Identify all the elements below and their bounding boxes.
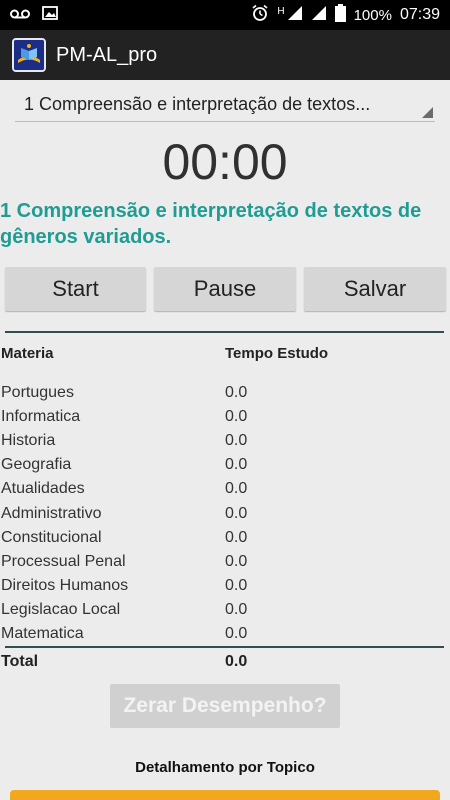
materia-cell: Legislacao Local [1,601,121,618]
tempo-cell: 0.0 [225,384,248,401]
header-tempo-estudo: Tempo Estudo [225,345,329,362]
table-row: Processual Penal 0.0 [0,553,450,577]
reset-performance-button[interactable]: Zerar Desempenho? [110,684,340,728]
clock-time: 07:39 [399,6,440,23]
total-value: 0.0 [225,653,248,670]
header-materia: Materia [1,345,54,362]
materia-cell: Processual Penal [1,553,126,570]
materia-cell: Historia [1,432,56,449]
table-row: Direitos Humanos 0.0 [0,577,450,601]
pause-button[interactable]: Pause [154,267,296,311]
voicemail-icon [10,7,30,25]
tempo-cell: 0.0 [225,432,248,449]
table-row: Legislacao Local 0.0 [0,601,450,625]
signal-icon [287,5,303,25]
book-app-icon [12,38,46,72]
table-row: Atualidades 0.0 [0,480,450,504]
tempo-cell: 0.0 [225,553,248,570]
tempo-cell: 0.0 [225,625,248,642]
table-row: Constitucional 0.0 [0,529,450,553]
divider [5,331,444,333]
network-type-label: H [277,5,285,17]
alarm-icon [251,4,269,26]
materia-cell: Matematica [1,625,84,642]
materia-cell: Informatica [1,408,81,425]
materia-cell: Geografia [1,456,72,473]
status-bar-left [10,6,58,25]
app-bar: PM-AL_pro [0,30,450,80]
table-row: Administrativo 0.0 [0,505,450,529]
topic-title: 1 Compreensão e interpretação de textos … [0,200,422,248]
table-row: Historia 0.0 [0,432,450,456]
materia-cell: Portugues [1,384,74,401]
table-row: Geografia 0.0 [0,456,450,480]
status-bar: H 100% 07:39 [0,0,450,30]
image-icon [42,6,58,25]
materia-cell: Direitos Humanos [1,577,129,594]
detail-heading: Detalhamento por Topico [135,759,315,776]
topic-spinner[interactable]: 1 Compreensão e interpretação de textos.… [15,90,435,122]
tempo-cell: 0.0 [225,408,248,425]
dropdown-arrow-icon [422,107,433,118]
salvar-button[interactable]: Salvar [304,267,446,311]
table-row: Informatica 0.0 [0,408,450,432]
tempo-cell: 0.0 [225,480,248,497]
tempo-cell: 0.0 [225,529,248,546]
spinner-selected-text: 1 Compreensão e interpretação de textos.… [24,94,371,114]
app-title: PM-AL_pro [56,43,158,66]
divider [5,646,444,648]
orange-bar[interactable] [10,790,440,800]
tempo-cell: 0.0 [225,601,248,618]
battery-icon [334,4,346,26]
total-label: Total [1,653,39,670]
tempo-cell: 0.0 [225,577,248,594]
table-row: Portugues 0.0 [0,384,450,408]
signal-icon [311,5,327,25]
materia-cell: Atualidades [1,480,85,497]
battery-percent: 100% [353,6,392,24]
tempo-cell: 0.0 [225,505,248,522]
timer-display: 00:00 [162,134,288,190]
materia-cell: Administrativo [1,505,102,522]
status-bar-right: H 100% 07:39 [251,4,440,26]
materia-cell: Constitucional [1,529,102,546]
tempo-cell: 0.0 [225,456,248,473]
start-button[interactable]: Start [5,267,146,311]
